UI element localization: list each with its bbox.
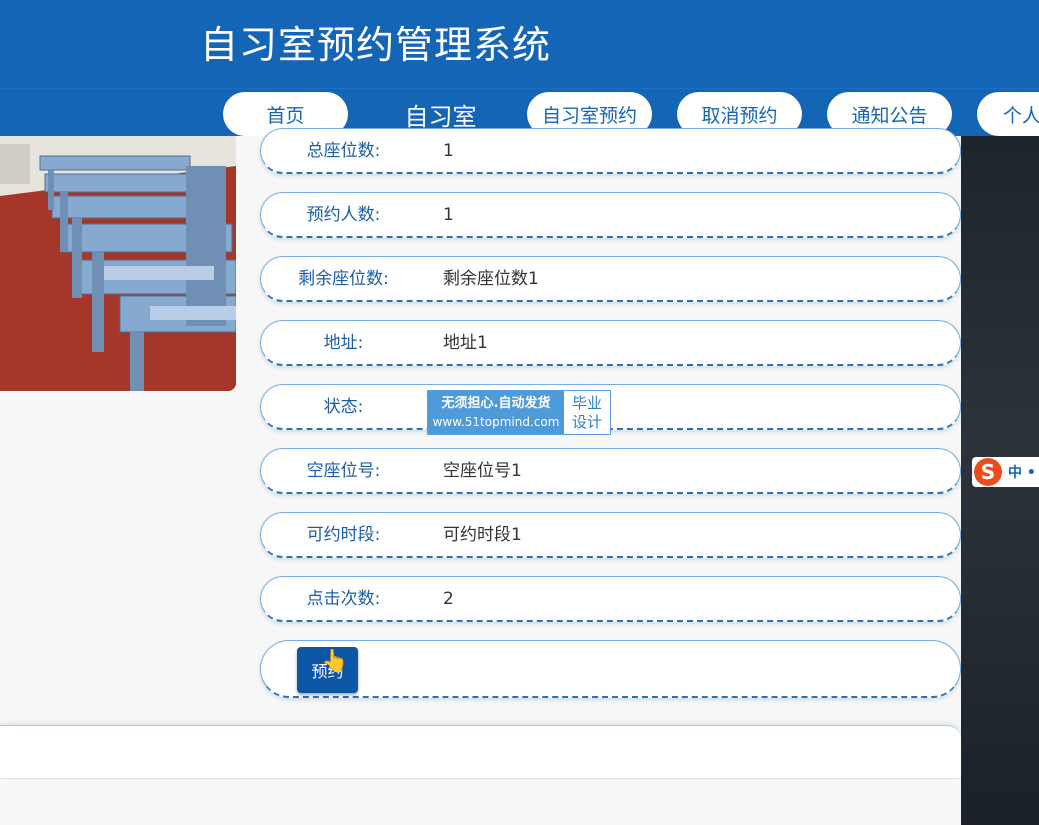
detail-row-available-slots: 可约时段: 可约时段1 xyxy=(260,512,961,558)
row-value: 空座位号1 xyxy=(443,461,522,481)
row-value: 剩余座位数1 xyxy=(443,269,539,289)
site-title: 自习室预约管理系统 xyxy=(200,23,552,67)
row-value: 2 xyxy=(443,589,454,609)
hand-cursor-icon: 👆 xyxy=(321,649,349,674)
row-label: 状态: xyxy=(323,397,364,417)
watermark-left: 无须担心.自动发货 www.51topmind.com xyxy=(428,391,564,434)
row-label: 点击次数: xyxy=(306,589,381,609)
row-value: 地址1 xyxy=(443,333,488,353)
bottom-section xyxy=(0,725,961,779)
ime-toolbar[interactable]: S 中 • xyxy=(972,457,1039,487)
header: 自习室预约管理系统 xyxy=(0,0,1039,88)
row-label: 地址: xyxy=(323,333,364,353)
row-value: 可约时段1 xyxy=(443,525,522,545)
watermark-badge: 无须担心.自动发货 www.51topmind.com 毕业 设计 xyxy=(427,390,611,435)
row-value: 1 xyxy=(443,141,454,161)
row-label: 预约人数: xyxy=(306,205,381,225)
detail-row-total-seats: 总座位数: 1 xyxy=(260,128,961,174)
study-room-illustration xyxy=(0,136,236,391)
ime-mode: 中 • xyxy=(1008,465,1036,481)
row-label: 可约时段: xyxy=(306,525,381,545)
detail-row-empty-seat-no: 空座位号: 空座位号1 xyxy=(260,448,961,494)
row-label: 总座位数: xyxy=(306,141,381,161)
detail-row-remaining-seats: 剩余座位数: 剩余座位数1 xyxy=(260,256,961,302)
watermark-slogan: 无须担心.自动发货 xyxy=(441,395,551,411)
detail-row-click-count: 点击次数: 2 xyxy=(260,576,961,622)
study-room-image xyxy=(0,136,236,391)
watermark-right: 毕业 设计 xyxy=(564,391,610,434)
row-label: 剩余座位数: xyxy=(298,269,389,289)
nav-personal[interactable]: 个人 xyxy=(977,92,1039,136)
row-value: 1 xyxy=(443,205,454,225)
watermark-right-line1: 毕业 xyxy=(571,393,602,412)
sogou-ime-icon: S xyxy=(974,458,1002,486)
detail-row-actions: 预约 👆 xyxy=(260,640,961,698)
watermark-url: www.51topmind.com xyxy=(432,414,560,429)
detail-row-address: 地址: 地址1 xyxy=(260,320,961,366)
watermark-right-line2: 设计 xyxy=(571,412,602,431)
detail-row-reserved-count: 预约人数: 1 xyxy=(260,192,961,238)
row-label: 空座位号: xyxy=(306,461,381,481)
